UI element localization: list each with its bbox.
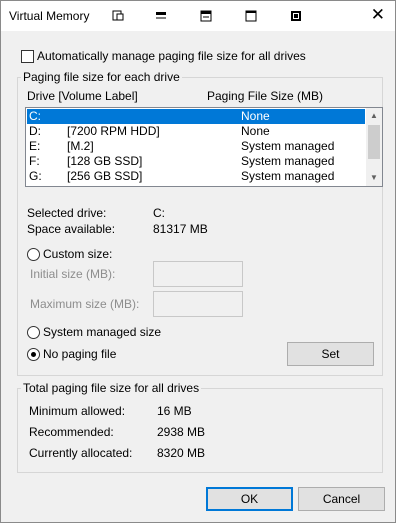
maximum-size-input[interactable]	[153, 291, 243, 317]
drive-column-header: Drive [Volume Label]	[27, 89, 138, 103]
total-group-legend: Total paging file size for all drives	[21, 381, 202, 395]
maximize-icon[interactable]	[244, 9, 258, 23]
window-title: Virtual Memory	[9, 9, 90, 23]
cancel-button[interactable]: Cancel	[298, 487, 385, 511]
selected-drive-label: Selected drive:	[27, 206, 107, 220]
minimum-allowed-label: Minimum allowed:	[29, 404, 126, 418]
minimum-allowed-value: 16 MB	[157, 404, 192, 418]
list-item[interactable]: E: [M.2] System managed	[27, 139, 365, 154]
scroll-thumb[interactable]	[368, 125, 380, 159]
no-paging-label[interactable]: No paging file	[43, 347, 116, 361]
maximum-size-label: Maximum size (MB):	[30, 297, 140, 311]
copy-window-icon[interactable]	[199, 9, 213, 23]
no-paging-radio[interactable]	[27, 348, 40, 361]
scroll-down-icon[interactable]: ▼	[370, 173, 378, 182]
initial-size-label: Initial size (MB):	[30, 267, 116, 281]
auto-manage-checkbox[interactable]	[21, 50, 34, 63]
custom-size-radio[interactable]	[27, 248, 40, 261]
size-column-header: Paging File Size (MB)	[207, 89, 324, 103]
list-item[interactable]: G: [256 GB SSD] System managed	[27, 169, 365, 184]
initial-size-input[interactable]	[153, 261, 243, 287]
title-bar[interactable]: Virtual Memory ✕	[1, 1, 395, 31]
set-button[interactable]: Set	[287, 342, 374, 366]
virtual-memory-dialog: Virtual Memory ✕ Automatically manage pa…	[0, 0, 396, 523]
currently-allocated-label: Currently allocated:	[29, 446, 133, 460]
recommended-label: Recommended:	[29, 425, 114, 439]
list-scrollbar[interactable]: ▲ ▼	[366, 108, 382, 186]
system-managed-radio[interactable]	[27, 326, 40, 339]
selected-drive-value: C:	[153, 206, 165, 220]
currently-allocated-value: 8320 MB	[157, 446, 206, 460]
custom-size-label[interactable]: Custom size:	[43, 247, 112, 261]
list-item[interactable]: F: [128 GB SSD] System managed	[27, 154, 365, 169]
tray-icon[interactable]	[289, 9, 303, 23]
roll-up-icon[interactable]	[154, 9, 168, 23]
space-available-value: 81317 MB	[153, 222, 208, 236]
list-item[interactable]: C: None	[27, 109, 365, 124]
drive-list[interactable]: C: None D: [7200 RPM HDD] None E: [M.2] …	[25, 107, 383, 187]
scroll-up-icon[interactable]: ▲	[370, 111, 378, 120]
paging-group-legend: Paging file size for each drive	[21, 70, 182, 84]
pin-window-icon[interactable]	[111, 9, 125, 23]
space-available-label: Space available:	[27, 222, 116, 236]
recommended-value: 2938 MB	[157, 425, 206, 439]
auto-manage-label[interactable]: Automatically manage paging file size fo…	[37, 49, 306, 63]
ok-button[interactable]: OK	[206, 487, 293, 511]
list-item[interactable]: D: [7200 RPM HDD] None	[27, 124, 365, 139]
system-managed-label[interactable]: System managed size	[43, 325, 161, 339]
close-icon[interactable]: ✕	[371, 6, 385, 23]
